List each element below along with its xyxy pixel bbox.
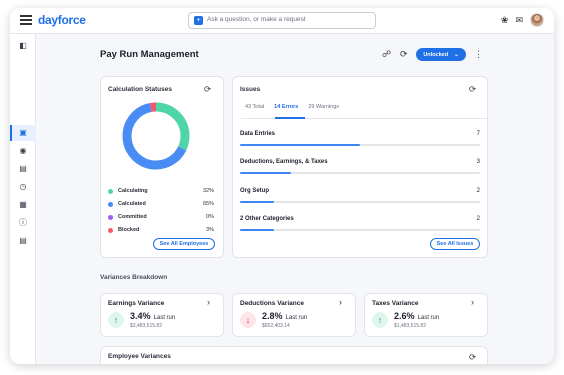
clipboard-icon[interactable]: ▤	[17, 235, 29, 247]
issue-label: Deductions, Earnings, & Taxes	[240, 159, 328, 165]
legend-calculating: Calculating 32%	[108, 188, 214, 194]
tab-warnings[interactable]: 29 Warnings	[308, 104, 339, 110]
variance-title: Deductions Variance	[240, 300, 304, 307]
chevron-right-icon[interactable]: ›	[207, 297, 210, 307]
legend-label: Calculating	[118, 188, 148, 194]
legend-pct: 3%	[206, 227, 214, 233]
issue-row-deductions[interactable]: Deductions, Earnings, & Taxes 3	[240, 159, 480, 165]
variance-pct: 2.8%	[262, 311, 283, 321]
refresh-icon[interactable]: ⟳	[469, 84, 476, 95]
employee-variances-title: Employee Variances	[108, 353, 171, 360]
issues-tabs: 43 Total 14 Errors 29 Warnings	[245, 104, 339, 110]
document-icon[interactable]: ▤	[17, 163, 29, 175]
legend-calculated: Calculated 65%	[108, 201, 214, 207]
chevron-down-icon: ⌄	[454, 51, 459, 58]
legend-label: Blocked	[118, 227, 140, 233]
variance-value: 2.6% Last run	[394, 311, 439, 321]
issue-count: 2	[476, 188, 480, 194]
search-input[interactable]: + Ask a question, or make a request	[188, 12, 376, 29]
status-donut	[122, 102, 190, 170]
refresh-icon[interactable]: ⟳	[469, 352, 476, 363]
more-icon[interactable]: ⋮	[474, 49, 483, 60]
collapse-panel-icon[interactable]: ◧	[17, 40, 29, 52]
issue-label: Data Entries	[240, 131, 276, 137]
variance-pct: 3.4%	[130, 311, 151, 321]
legend-pct: 32%	[202, 188, 214, 194]
legend-committed: Committed 0%	[108, 214, 214, 220]
calculation-statuses-title: Calculation Statuses	[108, 86, 172, 93]
legend-dot	[108, 201, 113, 207]
arrow-up-icon: ↑	[372, 312, 388, 328]
page-title: Pay Run Management	[100, 49, 199, 60]
legend-dot	[108, 227, 113, 233]
top-actions: ❀ ✉	[501, 13, 544, 27]
mail-icon[interactable]: ✉	[515, 15, 523, 26]
arrow-up-icon: ↑	[108, 312, 124, 328]
see-all-issues-button[interactable]: See All Issues	[430, 238, 480, 250]
clock-icon[interactable]: ◷	[17, 181, 29, 193]
top-bar: dayforce + Ask a question, or make a req…	[10, 8, 554, 34]
variance-amount: $1,483,515.82	[394, 323, 426, 329]
issue-bar-fill	[240, 201, 275, 203]
assistant-icon: +	[194, 16, 203, 25]
variance-title: Earnings Variance	[108, 300, 165, 307]
variance-title: Taxes Variance	[372, 300, 419, 307]
avatar[interactable]	[530, 13, 544, 27]
issue-count: 3	[476, 159, 480, 165]
issue-count: 7	[476, 131, 480, 137]
search-placeholder: Ask a question, or make a request	[207, 16, 306, 23]
variance-pct: 2.6%	[394, 311, 415, 321]
variance-last-run: Last run	[285, 315, 308, 321]
see-all-employees-button[interactable]: See All Employees	[153, 238, 215, 250]
legend-blocked: Blocked 3%	[108, 227, 214, 233]
arrow-down-icon: ↓	[240, 312, 256, 328]
chevron-right-icon[interactable]: ›	[339, 297, 342, 307]
issue-bar	[240, 172, 480, 174]
issue-row-org-setup[interactable]: Org Setup 2	[240, 188, 480, 194]
issue-row-other[interactable]: 2 Other Categories 2	[240, 216, 480, 222]
pay-run-icon[interactable]: ▣	[17, 127, 29, 139]
unlocked-label: Unlocked	[423, 51, 449, 58]
share-icon[interactable]: ☍	[382, 49, 391, 60]
refresh-icon[interactable]: ⟳	[400, 49, 408, 60]
issue-bar	[240, 144, 480, 146]
dayforce-logo[interactable]: dayforce	[38, 13, 86, 27]
apps-icon[interactable]: ❀	[501, 15, 509, 26]
table-icon[interactable]: ▦	[17, 199, 29, 211]
variance-amount: $652,403.14	[262, 323, 290, 329]
issue-bar-fill	[240, 144, 360, 146]
issue-bar	[240, 201, 480, 203]
issue-row-data-entries[interactable]: Data Entries 7	[240, 131, 480, 137]
variance-last-run: Last run	[417, 315, 440, 321]
legend-label: Calculated	[118, 201, 146, 207]
variances-breakdown-title: Variances Breakdown	[100, 274, 168, 281]
legend-pct: 65%	[202, 201, 214, 207]
legend-dot	[108, 188, 113, 194]
active-tab-underline	[275, 117, 305, 119]
eye-icon[interactable]: ◉	[17, 145, 29, 157]
variance-amount: $3,483,515.82	[130, 323, 162, 329]
unlocked-button[interactable]: Unlocked ⌄	[416, 48, 466, 61]
variance-value: 2.8% Last run	[262, 311, 307, 321]
variance-last-run: Last run	[153, 315, 176, 321]
app-window: dayforce + Ask a question, or make a req…	[10, 8, 554, 364]
legend-label: Committed	[118, 214, 147, 220]
side-rail: ◧ ▣ ◉ ▤ ◷ ▦ ⓘ ▤	[10, 34, 36, 364]
chevron-right-icon[interactable]: ›	[471, 297, 474, 307]
refresh-icon[interactable]: ⟳	[204, 84, 211, 95]
issue-bar-fill	[240, 229, 275, 231]
issue-count: 2	[476, 216, 480, 222]
issues-title: Issues	[240, 86, 261, 93]
issue-label: 2 Other Categories	[240, 216, 294, 222]
tab-total[interactable]: 43 Total	[245, 104, 264, 110]
issue-bar-fill	[240, 172, 292, 174]
tab-errors[interactable]: 14 Errors	[274, 104, 298, 110]
legend-dot	[108, 214, 113, 220]
issue-bar	[240, 229, 480, 231]
issue-label: Org Setup	[240, 188, 270, 194]
legend-pct: 0%	[206, 214, 214, 220]
variance-value: 3.4% Last run	[130, 311, 175, 321]
menu-icon[interactable]	[20, 15, 32, 25]
alert-icon[interactable]: ⓘ	[17, 217, 29, 229]
